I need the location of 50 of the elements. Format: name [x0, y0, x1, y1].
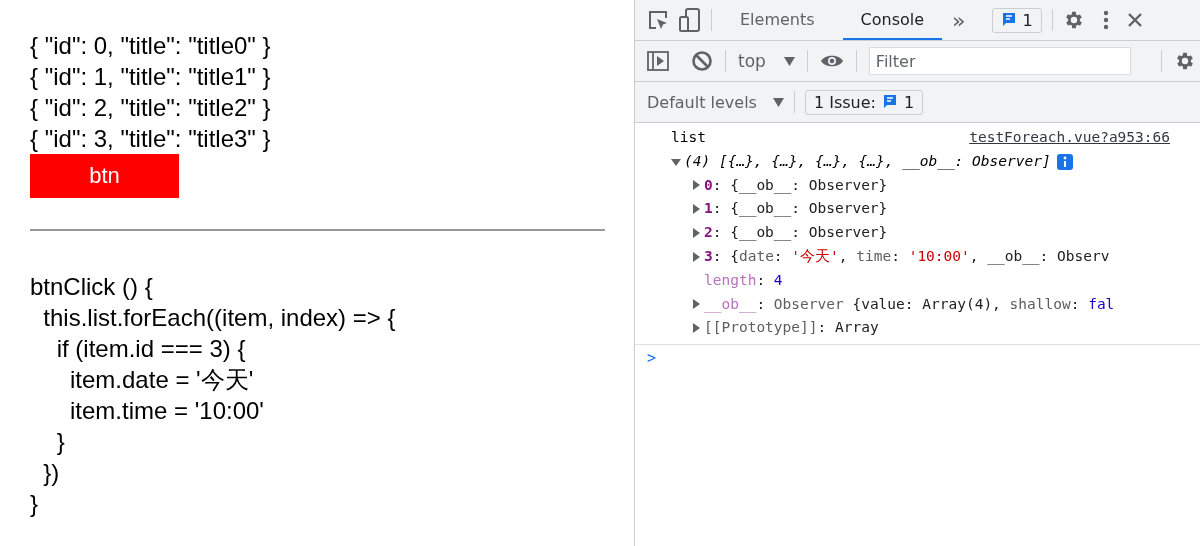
property-row-text: 3: {date: '今天', time: '10:00', __ob__: Observ [704, 247, 1110, 267]
expand-triangle-icon[interactable] [691, 180, 701, 191]
expand-triangle-icon[interactable] [691, 323, 701, 334]
info-icon[interactable] [1056, 153, 1073, 170]
device-toolbar-icon[interactable] [679, 8, 701, 32]
issues-button[interactable]: 1 Issue: 1 [804, 89, 924, 115]
code-line: item.date = '今天' [69, 365, 255, 395]
eye-icon[interactable] [819, 53, 844, 69]
source-link[interactable]: testForeach.vue?a953:66 [969, 126, 1170, 150]
code-line: btnClick () { [30, 272, 154, 302]
property-row-text: 0: {__ob__: Observer} [704, 175, 888, 196]
code-line: } [30, 489, 39, 519]
console-prompt[interactable]: > [635, 345, 1200, 368]
expand-triangle-icon[interactable] [691, 251, 701, 262]
expand-triangle-icon[interactable] [691, 228, 701, 239]
sidebar-toggle-icon[interactable] [647, 51, 669, 71]
property-row-text: __ob__: Observer {value: Array(4), shallow: fal [704, 294, 1115, 315]
property-row-text: 1: {__ob__: Observer} [704, 199, 888, 219]
code-line: if (item.id === 3) { [55, 334, 247, 364]
levels-dropdown[interactable]: Default levels [647, 92, 757, 112]
clear-console-icon[interactable] [691, 50, 713, 72]
list-item-text: { "id": 2, "title": "title2" } [30, 93, 272, 123]
property-row-text: 2: {__ob__: Observer} [704, 223, 888, 243]
list-item-text: { "id": 1, "title": "title1" } [30, 62, 272, 92]
caret-icon [783, 56, 795, 66]
array-summary: (4) [{…}, {…}, {…}, {…}, __ob__: Observer] [684, 151, 1051, 172]
messages-badge[interactable]: 1 [991, 7, 1042, 33]
code-line: } [55, 427, 66, 457]
more-tabs-icon[interactable]: » [952, 7, 966, 33]
inspect-icon[interactable] [647, 9, 669, 31]
list-item-text: { "id": 0, "title": "title0" } [30, 31, 272, 61]
more-options-icon[interactable] [1102, 10, 1109, 30]
message-icon [1000, 12, 1017, 28]
expand-triangle-icon[interactable] [691, 299, 701, 310]
filter-field[interactable]: Filter [868, 47, 1131, 75]
btn-button[interactable]: btn [30, 154, 179, 198]
code-line: this.list.forEach((item, index) => { [42, 303, 397, 333]
property-row-text: [[Prototype]]: Array [704, 318, 879, 338]
log-label: list [671, 128, 706, 147]
context-dropdown[interactable]: top [738, 51, 766, 71]
expand-triangle-icon[interactable] [691, 204, 701, 215]
code-line: }) [42, 458, 61, 488]
devtools-tab[interactable]: Elements [722, 0, 833, 40]
close-icon[interactable] [1126, 12, 1143, 28]
message-icon [881, 94, 898, 110]
expand-triangle-icon[interactable] [671, 156, 681, 167]
caret-icon [772, 97, 784, 107]
property-row-text: length: 4 [704, 270, 783, 290]
list-item-text: { "id": 3, "title": "title3" } [30, 124, 272, 154]
code-line: item.time = '10:00' [69, 396, 265, 426]
